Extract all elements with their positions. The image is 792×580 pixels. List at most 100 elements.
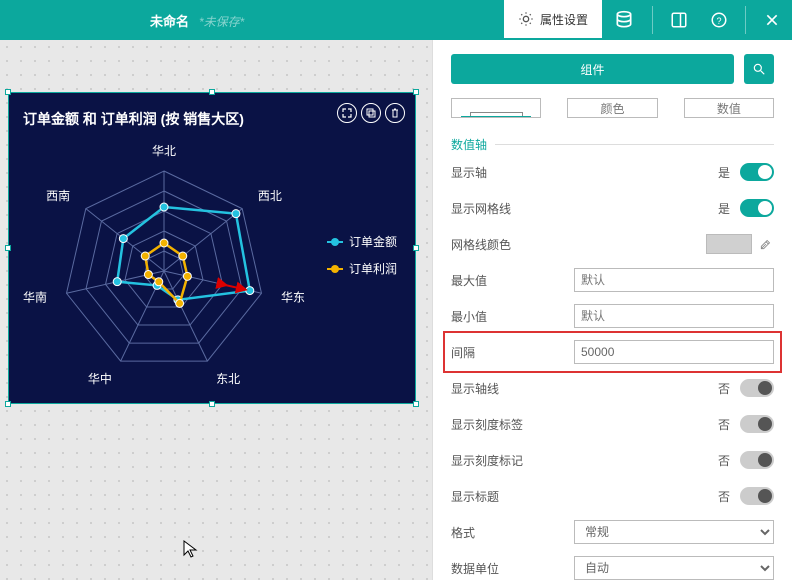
subtab-3[interactable]: 数值 (684, 98, 774, 118)
trash-icon (390, 108, 400, 118)
row-show-tick-label: 显示刻度标签 否 (451, 407, 774, 441)
unsaved-indicator: *未保存* (199, 13, 244, 30)
separator (652, 6, 653, 34)
help-button[interactable]: ? (699, 0, 739, 40)
svg-text:?: ? (716, 16, 721, 26)
input-min[interactable] (574, 304, 774, 328)
resize-handle[interactable] (209, 89, 215, 95)
eyedropper-button[interactable] (758, 236, 774, 252)
resize-handle[interactable] (5, 89, 11, 95)
tab-properties[interactable]: 属性设置 (504, 0, 602, 40)
prop-label: 显示网格线 (451, 200, 571, 217)
layout-button[interactable] (659, 0, 699, 40)
legend: 订单金额 订单利润 (327, 233, 397, 287)
prop-label: 间隔 (451, 344, 571, 361)
chart-expand-button[interactable] (337, 103, 357, 123)
toggle-tick-label[interactable] (740, 415, 774, 433)
legend-item: 订单利润 (327, 260, 397, 277)
separator (745, 6, 746, 34)
prop-value: 是 (718, 200, 730, 217)
prop-label: 格式 (451, 524, 571, 541)
legend-swatch (327, 268, 343, 270)
component-button-label: 组件 (580, 61, 604, 78)
toggle-show-title[interactable] (740, 487, 774, 505)
row-show-grid: 显示网格线 是 (451, 191, 774, 225)
resize-handle[interactable] (413, 89, 419, 95)
prop-value: 否 (718, 452, 730, 469)
subtab-1[interactable] (451, 98, 541, 118)
copy-icon (366, 108, 376, 118)
prop-label: 显示轴 (451, 164, 571, 181)
row-data-unit: 数据单位 自动 (451, 551, 774, 580)
tab-properties-label: 属性设置 (540, 11, 588, 28)
row-max: 最大值 (451, 263, 774, 297)
cursor-icon (183, 540, 201, 558)
select-data-unit[interactable]: 自动 (574, 556, 774, 580)
tab-data[interactable] (602, 0, 646, 40)
row-format: 格式 常规 (451, 515, 774, 549)
row-show-axis: 显示轴 是 (451, 155, 774, 189)
title-area: 未命名 *未保存* (0, 11, 504, 30)
prop-value: 否 (718, 416, 730, 433)
eyedropper-icon (759, 237, 773, 251)
svg-text:东北: 东北 (216, 372, 240, 386)
prop-label: 最大值 (451, 272, 571, 289)
prop-label: 显示刻度标签 (451, 416, 571, 433)
prop-value: 否 (718, 488, 730, 505)
svg-text:华中: 华中 (88, 371, 112, 386)
subtab-3-label: 数值 (717, 100, 741, 117)
input-interval[interactable] (574, 340, 774, 364)
select-format[interactable]: 常规 (574, 520, 774, 544)
canvas[interactable]: 订单金额 和 订单利润 (按 销售大区) 华北西北华东东北华中华南西南 订单金额… (0, 40, 432, 580)
gear-icon (518, 11, 534, 27)
resize-handle[interactable] (413, 401, 419, 407)
input-max[interactable] (574, 268, 774, 292)
legend-label: 订单利润 (349, 260, 397, 277)
svg-text:西北: 西北 (258, 189, 282, 203)
database-icon (614, 10, 634, 30)
resize-handle[interactable] (5, 401, 11, 407)
toggle-tick-mark[interactable] (740, 451, 774, 469)
properties-panel: 组件 颜色 数值 数值轴 显示轴 是 显示网格线 是 (432, 40, 792, 580)
chart-widget[interactable]: 订单金额 和 订单利润 (按 销售大区) 华北西北华东东北华中华南西南 订单金额… (8, 92, 416, 404)
svg-text:西南: 西南 (46, 188, 70, 203)
close-icon (764, 12, 780, 28)
resize-handle[interactable] (209, 401, 215, 407)
toggle-show-grid[interactable] (740, 199, 774, 217)
section-numeric-axis: 数值轴 (451, 136, 774, 153)
svg-text:华北: 华北 (152, 144, 176, 158)
prop-value: 否 (718, 380, 730, 397)
search-icon (752, 62, 766, 76)
prop-label: 网格线颜色 (451, 236, 571, 253)
section-label: 数值轴 (451, 136, 487, 153)
chart-title: 订单金额 和 订单利润 (按 销售大区) (23, 109, 244, 129)
chart-delete-button[interactable] (385, 103, 405, 123)
subtab-2-label: 颜色 (600, 100, 624, 117)
prop-label: 显示轴线 (451, 380, 571, 397)
row-show-axis-line: 显示轴线 否 (451, 371, 774, 405)
help-icon: ? (710, 11, 728, 29)
toggle-axis-line[interactable] (740, 379, 774, 397)
prop-value: 是 (718, 164, 730, 181)
prop-label: 最小值 (451, 308, 571, 325)
color-swatch[interactable] (706, 234, 752, 254)
close-button[interactable] (752, 0, 792, 40)
chart-copy-button[interactable] (361, 103, 381, 123)
row-show-tick-mark: 显示刻度标记 否 (451, 443, 774, 477)
row-min: 最小值 (451, 299, 774, 333)
row-show-title: 显示标题 否 (451, 479, 774, 513)
row-interval: 间隔 (447, 335, 778, 369)
prop-label: 显示标题 (451, 488, 571, 505)
legend-item: 订单金额 (327, 233, 397, 250)
search-button[interactable] (744, 54, 774, 84)
expand-icon (342, 108, 352, 118)
toggle-show-axis[interactable] (740, 163, 774, 181)
row-grid-color: 网格线颜色 (451, 227, 774, 261)
chart-toolbar (337, 103, 405, 123)
legend-label: 订单金额 (349, 233, 397, 250)
svg-text:华东: 华东 (281, 291, 305, 305)
prop-label: 显示刻度标记 (451, 452, 571, 469)
subtab-2[interactable]: 颜色 (567, 98, 657, 118)
component-button[interactable]: 组件 (451, 54, 734, 84)
doc-title: 未命名 (150, 11, 189, 30)
